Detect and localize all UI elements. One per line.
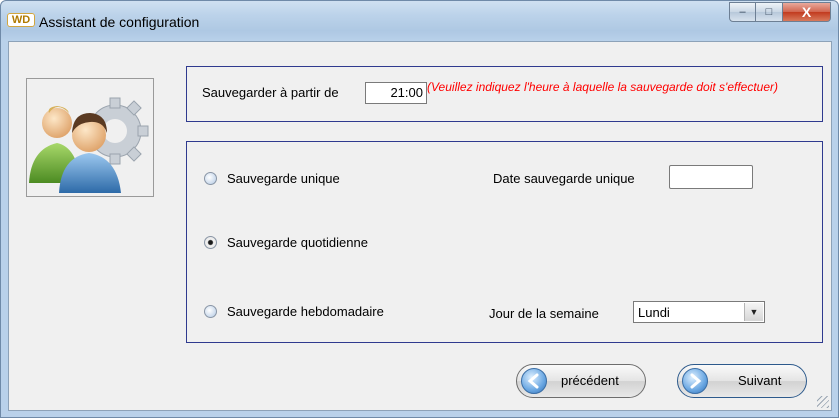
config-wizard-window: WD Assistant de configuration – □ X Sauv… — [0, 0, 839, 418]
weekday-select[interactable]: Lundi ▼ — [633, 301, 765, 323]
unique-backup-label: Sauvegarde unique — [227, 171, 340, 186]
weekday-label: Jour de la semaine — [489, 306, 599, 321]
client-area: Sauvegarder à partir de 21:00 (Veuillez … — [8, 41, 832, 411]
next-button[interactable]: Suivant — [677, 364, 807, 398]
start-time-hint: (Veuillez indiquez l'heure à laquelle la… — [427, 80, 779, 94]
close-button[interactable]: X — [783, 2, 831, 22]
minimize-button[interactable]: – — [729, 2, 756, 22]
backup-mode-panel: Sauvegarde unique Date sauvegarde unique… — [186, 141, 823, 343]
maximize-button[interactable]: □ — [756, 2, 783, 22]
app-logo-icon: WD — [7, 13, 35, 27]
chevron-down-icon[interactable]: ▼ — [744, 303, 763, 321]
start-time-label: Sauvegarder à partir de — [202, 85, 339, 100]
users-gear-icon — [29, 97, 149, 193]
daily-backup-label: Sauvegarde quotidienne — [227, 235, 368, 250]
next-button-label: Suivant — [738, 373, 782, 388]
start-time-panel: Sauvegarder à partir de 21:00 (Veuillez … — [186, 66, 823, 122]
maximize-icon: □ — [765, 6, 773, 18]
weekday-value: Lundi — [638, 305, 670, 320]
minimize-icon: – — [739, 6, 746, 18]
weekly-backup-label: Sauvegarde hebdomadaire — [227, 304, 384, 319]
title-bar[interactable]: WD Assistant de configuration – □ X — [1, 1, 838, 41]
close-icon: X — [801, 4, 812, 20]
start-time-input[interactable]: 21:00 — [365, 82, 427, 104]
window-title: Assistant de configuration — [39, 14, 200, 30]
previous-button[interactable]: précédent — [516, 364, 646, 398]
radio-unique-backup[interactable] — [204, 172, 217, 185]
previous-button-label: précédent — [561, 373, 619, 388]
radio-weekly-backup[interactable] — [204, 305, 217, 318]
wizard-image-frame — [26, 78, 154, 197]
arrow-right-icon — [682, 368, 708, 394]
unique-date-label: Date sauvegarde unique — [493, 171, 635, 186]
resize-grip[interactable] — [817, 396, 829, 408]
unique-date-input[interactable] — [669, 165, 753, 189]
window-controls: – □ X — [729, 2, 831, 22]
radio-daily-backup[interactable] — [204, 236, 217, 249]
arrow-left-icon — [521, 368, 547, 394]
